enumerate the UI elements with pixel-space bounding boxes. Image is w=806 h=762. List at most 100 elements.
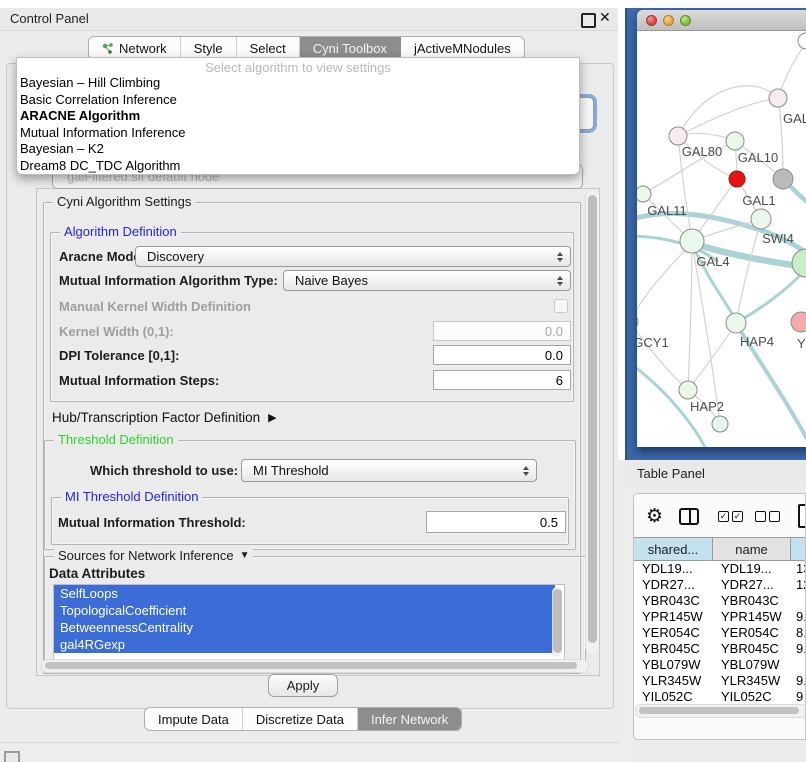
network-node[interactable] [798, 33, 806, 49]
hub-definition-label: Hub/Transcription Factor Definition [52, 410, 260, 425]
which-threshold-value: MI Threshold [253, 463, 329, 478]
settings-hscrollbar[interactable] [41, 659, 589, 673]
network-node[interactable] [791, 312, 806, 332]
network-node[interactable] [769, 89, 787, 107]
tab-network[interactable]: Network [89, 37, 181, 59]
tab-select[interactable]: Select [237, 37, 300, 59]
settings-vscrollbar-thumb[interactable] [588, 195, 597, 643]
column-layout-icon[interactable] [679, 508, 699, 525]
attribute-item[interactable]: TopologicalCoefficient [54, 602, 555, 619]
network-node[interactable] [637, 186, 651, 202]
network-node[interactable] [680, 229, 704, 253]
table-cell [791, 593, 806, 609]
table-cell: YBR045C [634, 641, 713, 657]
table-row[interactable]: YIL052CYIL052C9 [634, 689, 806, 704]
tab-infer-network[interactable]: Infer Network [358, 708, 461, 730]
network-node[interactable] [726, 132, 744, 150]
aracne-mode-combo[interactable]: Discovery [135, 246, 571, 267]
tab-style[interactable]: Style [181, 37, 237, 59]
tab-jactivemnodules[interactable]: jActiveMNodules [401, 37, 524, 59]
column-header[interactable]: name [713, 537, 791, 561]
which-threshold-combo[interactable]: MI Threshold [241, 459, 537, 482]
table-cell: YLR345W [713, 673, 791, 689]
kernel-width-field[interactable]: 0.0 [433, 321, 571, 341]
column-header[interactable]: A [791, 537, 806, 561]
sources-group-title-row[interactable]: Sources for Network Inference ▼ [54, 548, 253, 563]
algorithm-option[interactable]: Bayesian – Hill Climbing [17, 75, 579, 92]
network-node[interactable] [751, 209, 771, 229]
screen: Control Panel ✕ NetworkStyleSelectCyni T… [0, 0, 806, 762]
table-row[interactable]: YBL079WYBL079W [634, 657, 806, 673]
checked-box-icon[interactable]: ✓ [732, 511, 743, 522]
tab-impute-data[interactable]: Impute Data [145, 708, 243, 730]
network-window-titlebar[interactable] [637, 10, 806, 31]
manual-kernel-width-checkbox[interactable] [554, 299, 568, 313]
network-node[interactable] [712, 416, 728, 432]
tab-discretize-data[interactable]: Discretize Data [243, 708, 358, 730]
dpi-tolerance-field[interactable]: 0.0 [433, 345, 571, 365]
table-row[interactable]: YDR27...YDR27...12 [634, 577, 806, 593]
close-icon[interactable]: ✕ [599, 9, 611, 26]
tab-label: Style [194, 41, 223, 56]
mi-algorithm-type-combo[interactable]: Naive Bayes [283, 270, 571, 291]
attribute-item[interactable]: BetweennessCentrality [54, 619, 555, 636]
attributes-scrollbar[interactable] [552, 587, 562, 657]
algorithm-option[interactable]: ARACNE Algorithm [17, 108, 579, 125]
network-canvas[interactable]: GALGAL80GAL10GAL1GAL11SWI4GAL4GCY1HAP4YH… [637, 31, 806, 447]
network-node[interactable] [669, 127, 687, 145]
table-cell: YPR145W [713, 609, 791, 625]
node-label: GCY1 [637, 335, 669, 350]
float-window-button[interactable] [581, 13, 596, 28]
checked-box-icon[interactable]: ✓ [718, 511, 729, 522]
algorithm-option[interactable]: Mutual Information Inference [17, 125, 579, 142]
unchecked-box-icon[interactable] [769, 511, 780, 522]
corner-widget[interactable] [4, 751, 20, 762]
tab-cyni-toolbox[interactable]: Cyni Toolbox [300, 37, 401, 59]
network-node[interactable] [773, 169, 793, 189]
attribute-item[interactable]: gal4RGexp [54, 636, 555, 653]
network-node[interactable] [726, 313, 746, 333]
mi-threshold-field[interactable]: 0.5 [426, 511, 566, 533]
node-label: SWI4 [762, 231, 794, 246]
column-header[interactable]: shared... [634, 537, 713, 561]
table-cell: YER054C [713, 625, 791, 641]
table-row[interactable]: YPR145WYPR145W9. [634, 609, 806, 625]
attribute-item[interactable]: SelfLoops [54, 585, 555, 602]
mi-steps-field[interactable]: 6 [433, 370, 571, 390]
data-attributes-label: Data Attributes [49, 566, 145, 581]
algorithm-dropdown-popup: Select algorithm to view settings Bayesi… [16, 57, 580, 175]
aracne-mode-value: Discovery [147, 249, 204, 264]
network-node[interactable] [637, 314, 638, 330]
table-row[interactable]: YER054CYER054C8. [634, 625, 806, 641]
table-hscrollbar-thumb[interactable] [639, 707, 799, 714]
table-row[interactable]: YDL19...YDL19...13 [634, 561, 806, 577]
tab-label: Network [119, 41, 167, 56]
zoom-traffic-light-icon[interactable] [680, 15, 691, 26]
apply-button[interactable]: Apply [268, 674, 338, 697]
minimize-traffic-light-icon[interactable] [663, 15, 674, 26]
settings-vscrollbar[interactable] [585, 191, 599, 653]
gear-icon[interactable]: ⚙ [646, 505, 663, 528]
table-row[interactable]: YBR043CYBR043C [634, 593, 806, 609]
table-row[interactable]: YBR045CYBR045C9. [634, 641, 806, 657]
algorithm-option[interactable]: Basic Correlation Inference [17, 92, 579, 109]
network-node[interactable] [792, 249, 806, 277]
network-window[interactable]: GALGAL80GAL10GAL1GAL11SWI4GAL4GCY1HAP4YH… [637, 10, 806, 447]
table-cell: YIL052C [634, 689, 713, 704]
settings-hscrollbar-thumb[interactable] [45, 662, 577, 669]
table-cell: 8. [791, 625, 806, 641]
network-node[interactable] [679, 381, 697, 399]
table-row[interactable]: YLR345WYLR345W9. [634, 673, 806, 689]
table-cell: YBR045C [713, 641, 791, 657]
unchecked-box-icon[interactable] [755, 511, 766, 522]
algorithm-option[interactable]: Bayesian – K2 [17, 141, 579, 158]
document-icon[interactable] [798, 504, 806, 528]
tab-label: Infer Network [371, 712, 448, 727]
network-node[interactable] [729, 171, 745, 187]
hub-definition-section[interactable]: Hub/Transcription Factor Definition ▶ [52, 410, 277, 425]
table-hscrollbar[interactable] [635, 704, 806, 718]
close-traffic-light-icon[interactable] [646, 15, 657, 26]
node-label: GAL10 [738, 150, 778, 165]
node-label: GAL80 [682, 144, 722, 159]
algorithm-option[interactable]: Dream8 DC_TDC Algorithm [17, 158, 579, 175]
